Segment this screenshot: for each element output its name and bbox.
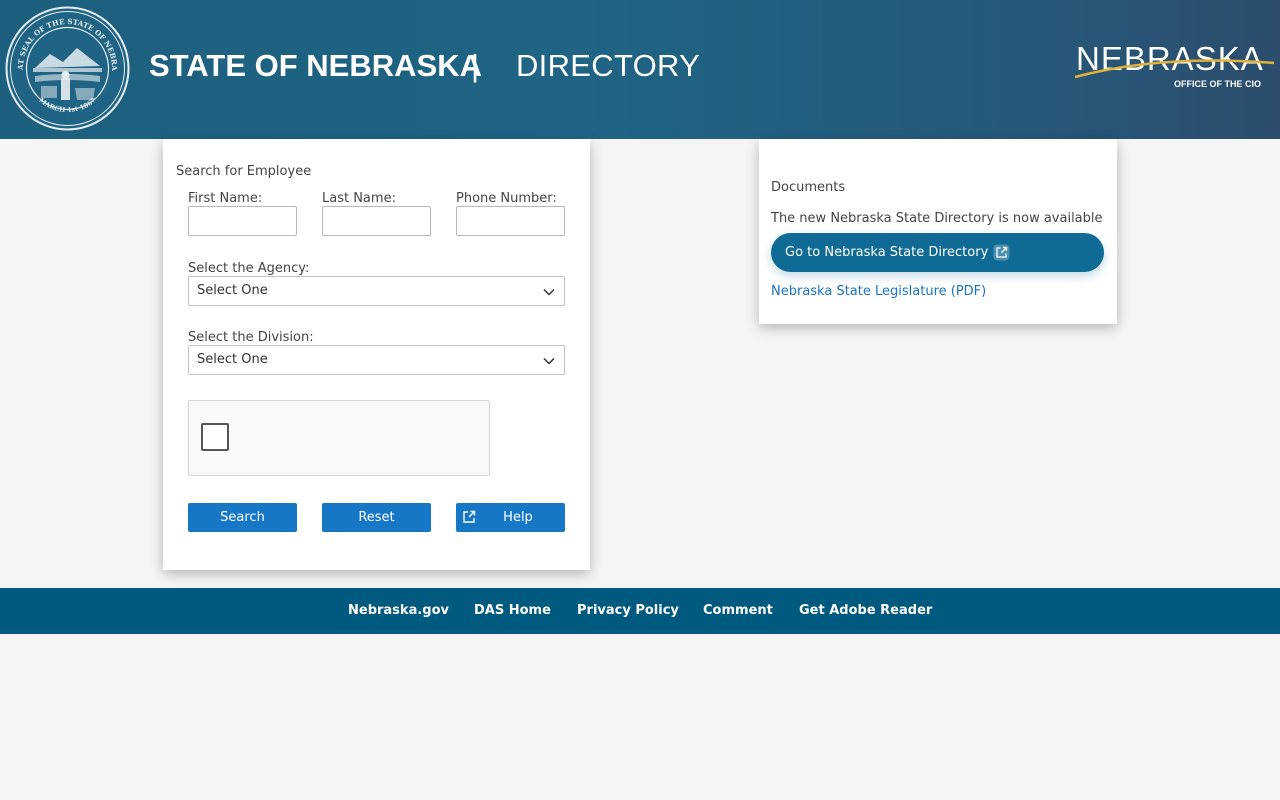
last-name-input[interactable] bbox=[322, 206, 431, 236]
captcha-widget bbox=[188, 400, 490, 476]
title-separator: | bbox=[471, 48, 480, 83]
phone-number-label: Phone Number: bbox=[456, 191, 557, 206]
legislature-pdf-link[interactable]: Nebraska State Legislature (PDF) bbox=[771, 284, 986, 299]
footer-link-comment[interactable]: Comment bbox=[703, 603, 773, 618]
footer-link-nebraska-gov[interactable]: Nebraska.gov bbox=[348, 603, 449, 618]
agency-select-value: Select One bbox=[197, 283, 268, 298]
agency-select[interactable]: Select One bbox=[188, 276, 565, 306]
nebraska-cio-logo[interactable]: NEBRASKA OFFICE OF THE CIO bbox=[1072, 40, 1277, 92]
state-seal-icon: GREAT SEAL OF THE STATE OF NEBRASKA MARC… bbox=[5, 6, 130, 131]
documents-heading: Documents bbox=[771, 180, 846, 195]
chevron-down-icon bbox=[543, 357, 555, 365]
last-name-label: Last Name: bbox=[322, 191, 396, 206]
go-to-directory-button[interactable]: Go to Nebraska State Directory bbox=[771, 233, 1104, 272]
employee-search-panel: Search for Employee First Name: Last Nam… bbox=[163, 139, 590, 570]
chevron-down-icon bbox=[543, 288, 555, 296]
phone-number-input[interactable] bbox=[456, 206, 565, 236]
reset-button[interactable]: Reset bbox=[322, 503, 431, 532]
footer-link-adobe-reader[interactable]: Get Adobe Reader bbox=[799, 603, 932, 618]
search-heading: Search for Employee bbox=[176, 164, 312, 179]
external-link-icon bbox=[993, 244, 1010, 261]
agency-label: Select the Agency: bbox=[188, 261, 310, 276]
site-footer: Nebraska.gov DAS Home Privacy Policy Com… bbox=[0, 588, 1280, 634]
first-name-input[interactable] bbox=[188, 206, 297, 236]
division-select-value: Select One bbox=[197, 352, 268, 367]
site-title-directory: DIRECTORY bbox=[516, 48, 701, 83]
first-name-label: First Name: bbox=[188, 191, 263, 206]
footer-link-das-home[interactable]: DAS Home bbox=[474, 603, 551, 618]
directory-notice: The new Nebraska State Directory is now … bbox=[771, 211, 1103, 226]
go-to-directory-label: Go to Nebraska State Directory bbox=[785, 245, 989, 260]
documents-panel: Documents The new Nebraska State Directo… bbox=[759, 139, 1117, 324]
division-label: Select the Division: bbox=[188, 330, 314, 345]
logo-subtitle: OFFICE OF THE CIO bbox=[1174, 79, 1261, 89]
footer-link-privacy-policy[interactable]: Privacy Policy bbox=[577, 603, 679, 618]
search-button[interactable]: Search bbox=[188, 503, 297, 532]
search-button-label: Search bbox=[220, 510, 265, 525]
reset-button-label: Reset bbox=[358, 510, 395, 525]
division-select[interactable]: Select One bbox=[188, 345, 565, 375]
site-header: GREAT SEAL OF THE STATE OF NEBRASKA MARC… bbox=[0, 0, 1280, 139]
site-title: STATE OF NEBRASKA | DIRECTORY bbox=[149, 48, 700, 84]
captcha-checkbox[interactable] bbox=[201, 423, 229, 451]
site-title-state: STATE OF NEBRASKA bbox=[149, 48, 482, 83]
logo-swoosh-icon bbox=[1074, 59, 1275, 79]
help-button[interactable]: Help bbox=[456, 503, 565, 532]
help-button-label: Help bbox=[503, 510, 533, 525]
